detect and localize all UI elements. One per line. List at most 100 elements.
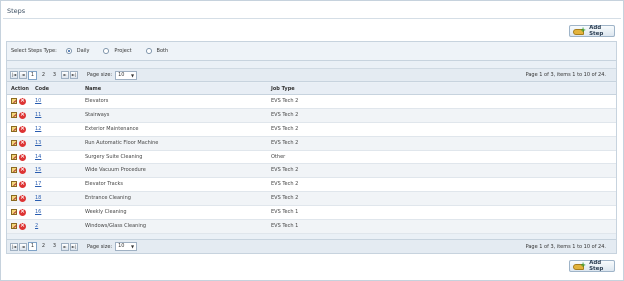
table-body: 10 Elevators EVS Tech 2 11 Stairways EVS…	[7, 95, 616, 234]
pager-info: Page 1 of 3, items 1 to 10 of 24.	[525, 243, 606, 250]
edit-icon[interactable]	[11, 167, 17, 174]
radio-project-label: Project	[114, 48, 132, 54]
steps-grid: Select Steps Type: Daily Project Both |◄…	[6, 41, 617, 254]
edit-icon[interactable]	[11, 139, 17, 146]
last-page-button[interactable]: ►|	[70, 71, 78, 79]
add-step-label: Add Step	[589, 25, 604, 37]
prev-page-button[interactable]: ◄	[19, 242, 27, 251]
job-type: Other	[271, 153, 286, 160]
job-type: EVS Tech 2	[271, 195, 299, 202]
job-type: EVS Tech 2	[271, 139, 299, 146]
next-page-button[interactable]: ►	[61, 71, 69, 79]
step-name: Weekly Cleaning	[85, 209, 127, 216]
next-page-button[interactable]: ►	[61, 242, 69, 251]
code-link[interactable]: 16	[35, 209, 41, 215]
delete-icon[interactable]	[19, 125, 26, 133]
first-page-button[interactable]: |◄	[10, 71, 18, 79]
edit-icon[interactable]	[11, 181, 17, 188]
step-name: Elevator Tracks	[85, 181, 124, 188]
chevron-down-icon: ▼	[131, 72, 135, 78]
page-3-link[interactable]: 3	[50, 242, 59, 251]
edit-icon[interactable]	[11, 98, 17, 104]
edit-icon[interactable]	[11, 125, 17, 132]
radio-both[interactable]: Both	[145, 48, 169, 54]
col-name[interactable]: Name	[85, 83, 101, 95]
delete-icon[interactable]	[19, 194, 26, 203]
edit-icon[interactable]	[11, 223, 17, 230]
radio-daily-dot[interactable]	[65, 48, 72, 54]
edit-icon[interactable]	[11, 111, 17, 118]
add-step-label: Add Step	[589, 260, 604, 272]
col-job-type[interactable]: Job Type	[271, 83, 295, 95]
step-name: Run Automatic Floor Machine	[85, 139, 159, 146]
page-size-select[interactable]: 10 ▼	[115, 70, 138, 80]
delete-icon[interactable]	[19, 222, 26, 231]
col-code[interactable]: Code	[35, 83, 49, 95]
table-row: 15 Wide Vacuum Procedure EVS Tech 2	[7, 164, 616, 179]
job-type: EVS Tech 2	[271, 111, 299, 118]
radio-both-dot[interactable]	[145, 48, 152, 54]
page-1-link[interactable]: 1	[28, 242, 37, 251]
steps-panel: Steps + Add Step Select Steps Type: Dail…	[0, 0, 624, 281]
pager-top: |◄ ◄ 1 2 3 ► ►| Page size: 10 ▼ Page 1 of…	[7, 68, 616, 82]
step-name: Surgery Suite Cleaning	[85, 153, 143, 160]
delete-icon[interactable]	[19, 139, 26, 147]
code-link[interactable]: 15	[35, 167, 41, 173]
step-name: Wide Vacuum Procedure	[85, 167, 146, 174]
code-link[interactable]: 12	[35, 126, 41, 132]
code-link[interactable]: 14	[35, 154, 41, 160]
job-type: EVS Tech 1	[271, 223, 299, 230]
radio-project-dot[interactable]	[103, 48, 110, 54]
radio-daily[interactable]: Daily	[65, 48, 90, 54]
delete-icon[interactable]	[19, 180, 26, 189]
page-1-link[interactable]: 1	[28, 70, 37, 80]
step-name: Entrance Cleaning	[85, 195, 131, 202]
delete-icon[interactable]	[19, 111, 26, 119]
page-size-value: 10	[118, 243, 125, 249]
job-type: EVS Tech 1	[271, 209, 299, 216]
edit-icon[interactable]	[11, 209, 17, 216]
page-2-link[interactable]: 2	[39, 71, 48, 80]
code-link[interactable]: 10	[35, 98, 41, 104]
add-step-button-bottom[interactable]: + Add Step	[569, 260, 615, 272]
radio-both-label: Both	[156, 48, 169, 54]
job-type: EVS Tech 2	[271, 98, 299, 104]
code-link[interactable]: 11	[35, 112, 41, 118]
add-step-icon: +	[573, 26, 587, 36]
delete-icon[interactable]	[19, 208, 26, 217]
step-name: Stairways	[85, 111, 110, 118]
prev-page-button[interactable]: ◄	[19, 71, 27, 79]
edit-icon[interactable]	[11, 195, 17, 202]
chevron-down-icon: ▼	[131, 244, 135, 249]
job-type: EVS Tech 2	[271, 125, 299, 132]
title-divider	[3, 18, 621, 19]
delete-icon[interactable]	[19, 97, 26, 105]
add-step-icon: +	[573, 261, 587, 271]
code-link[interactable]: 18	[35, 195, 41, 201]
page-title: Steps	[7, 7, 26, 15]
step-name: Exterior Maintenance	[85, 125, 139, 132]
page-2-link[interactable]: 2	[39, 242, 48, 251]
filter-label: Select Steps Type:	[11, 48, 57, 54]
delete-icon[interactable]	[19, 166, 26, 175]
job-type: EVS Tech 2	[271, 181, 299, 188]
last-page-button[interactable]: ►|	[70, 242, 78, 251]
page-size-select[interactable]: 10 ▼	[115, 242, 138, 251]
delete-icon[interactable]	[19, 153, 26, 161]
steps-type-filter: Select Steps Type: Daily Project Both	[7, 42, 616, 61]
radio-project[interactable]: Project	[103, 48, 132, 54]
code-link[interactable]: 13	[35, 140, 41, 146]
col-action: Action	[11, 86, 29, 92]
radio-daily-label: Daily	[76, 48, 90, 54]
first-page-button[interactable]: |◄	[10, 242, 18, 251]
code-link[interactable]: 17	[35, 181, 41, 187]
table-row: 12 Exterior Maintenance EVS Tech 2	[7, 122, 616, 137]
table-row: 11 Stairways EVS Tech 2	[7, 108, 616, 123]
code-link[interactable]: 2	[35, 223, 38, 229]
add-step-button-top[interactable]: + Add Step	[569, 25, 615, 37]
edit-icon[interactable]	[11, 153, 17, 160]
table-row: 2 Windows/Glass Cleaning EVS Tech 1	[7, 220, 616, 234]
page-3-link[interactable]: 3	[50, 71, 59, 80]
step-name: Elevators	[85, 98, 109, 104]
table-row: 14 Surgery Suite Cleaning Other	[7, 150, 616, 165]
